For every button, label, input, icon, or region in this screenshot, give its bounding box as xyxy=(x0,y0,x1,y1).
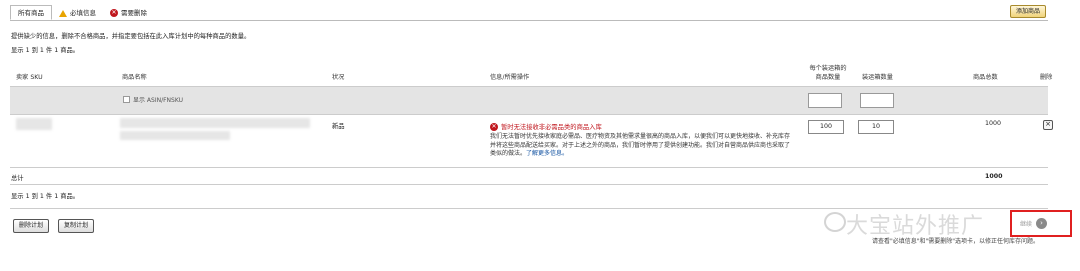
tab-bar: 所有商品 必填信息 ✕ 需要删除 xyxy=(10,5,154,20)
item-count-bottom: 显示 1 到 1 件 1 商品。 xyxy=(11,193,80,200)
warning-body: 我们无法暂时优先接收家庭必需品、医疗物资及其他需求量很高的商品入库，以便我们可以… xyxy=(490,133,795,159)
num-cases-input[interactable]: 10 xyxy=(858,120,894,134)
show-asin-label: 显示 ASIN/FNSKU xyxy=(133,97,184,104)
warning-title-text: 暂时无法接收非必需品类的商品入库 xyxy=(501,124,602,131)
instructions-text: 提供缺少的信息，删除不合格商品，并指定要包括在此入库计划中的每种商品的数量。 xyxy=(11,33,251,40)
item-count-top: 显示 1 到 1 件 1 商品。 xyxy=(11,47,80,54)
delete-plan-button[interactable]: 删除计划 xyxy=(13,219,50,233)
total-divider xyxy=(10,184,1048,185)
filter-row: 显示 ASIN/FNSKU xyxy=(10,86,1048,115)
review-tabs-note: 请查看"必填信息"和"需要删除"选项卡，以修正任何库存问题。 xyxy=(872,238,1040,245)
error-icon: ✕ xyxy=(110,9,118,17)
copy-plan-button[interactable]: 复制计划 xyxy=(58,219,95,233)
units-per-case-input[interactable]: 100 xyxy=(808,120,844,134)
num-cases-bulk-input[interactable] xyxy=(860,93,894,108)
row-divider xyxy=(10,167,1048,168)
product-name-redacted xyxy=(120,118,310,128)
product-name-redacted-line2 xyxy=(120,131,230,140)
learn-more-link[interactable]: 了解更多信息。 xyxy=(526,150,568,157)
total-label: 总计 xyxy=(11,175,24,182)
condition-value: 新品 xyxy=(332,123,345,130)
inbound-warning-title: ✕ 暂时无法接收非必需品类的商品入库 xyxy=(490,122,602,131)
show-asin-toggle[interactable]: 显示 ASIN/FNSKU xyxy=(123,95,183,104)
watermark-logo-icon xyxy=(824,212,846,232)
seller-sku-redacted xyxy=(16,118,52,130)
error-icon: ✕ xyxy=(490,122,498,131)
add-products-button[interactable]: 添加商品 xyxy=(1009,5,1046,18)
tab-needs-removal[interactable]: ✕ 需要删除 xyxy=(103,6,154,20)
units-per-case-bulk-input[interactable] xyxy=(808,93,842,108)
tab-required-info-label: 必填信息 xyxy=(70,9,96,17)
header-units-per-case: 每个装运箱的 商品数量 xyxy=(809,65,847,81)
total-value: 1000 xyxy=(985,173,1003,180)
tab-all-products-label: 所有商品 xyxy=(18,8,44,17)
total-units-value: 1000 xyxy=(985,120,1002,127)
warning-icon xyxy=(59,9,67,17)
tab-required-info[interactable]: 必填信息 xyxy=(52,6,103,20)
checkbox-icon xyxy=(123,96,130,103)
remove-item-icon[interactable]: × xyxy=(1043,120,1053,130)
highlight-box xyxy=(1010,210,1072,237)
tab-divider xyxy=(10,20,1048,21)
tab-needs-removal-label: 需要删除 xyxy=(121,9,147,17)
tab-all-products[interactable]: 所有商品 xyxy=(10,5,52,20)
